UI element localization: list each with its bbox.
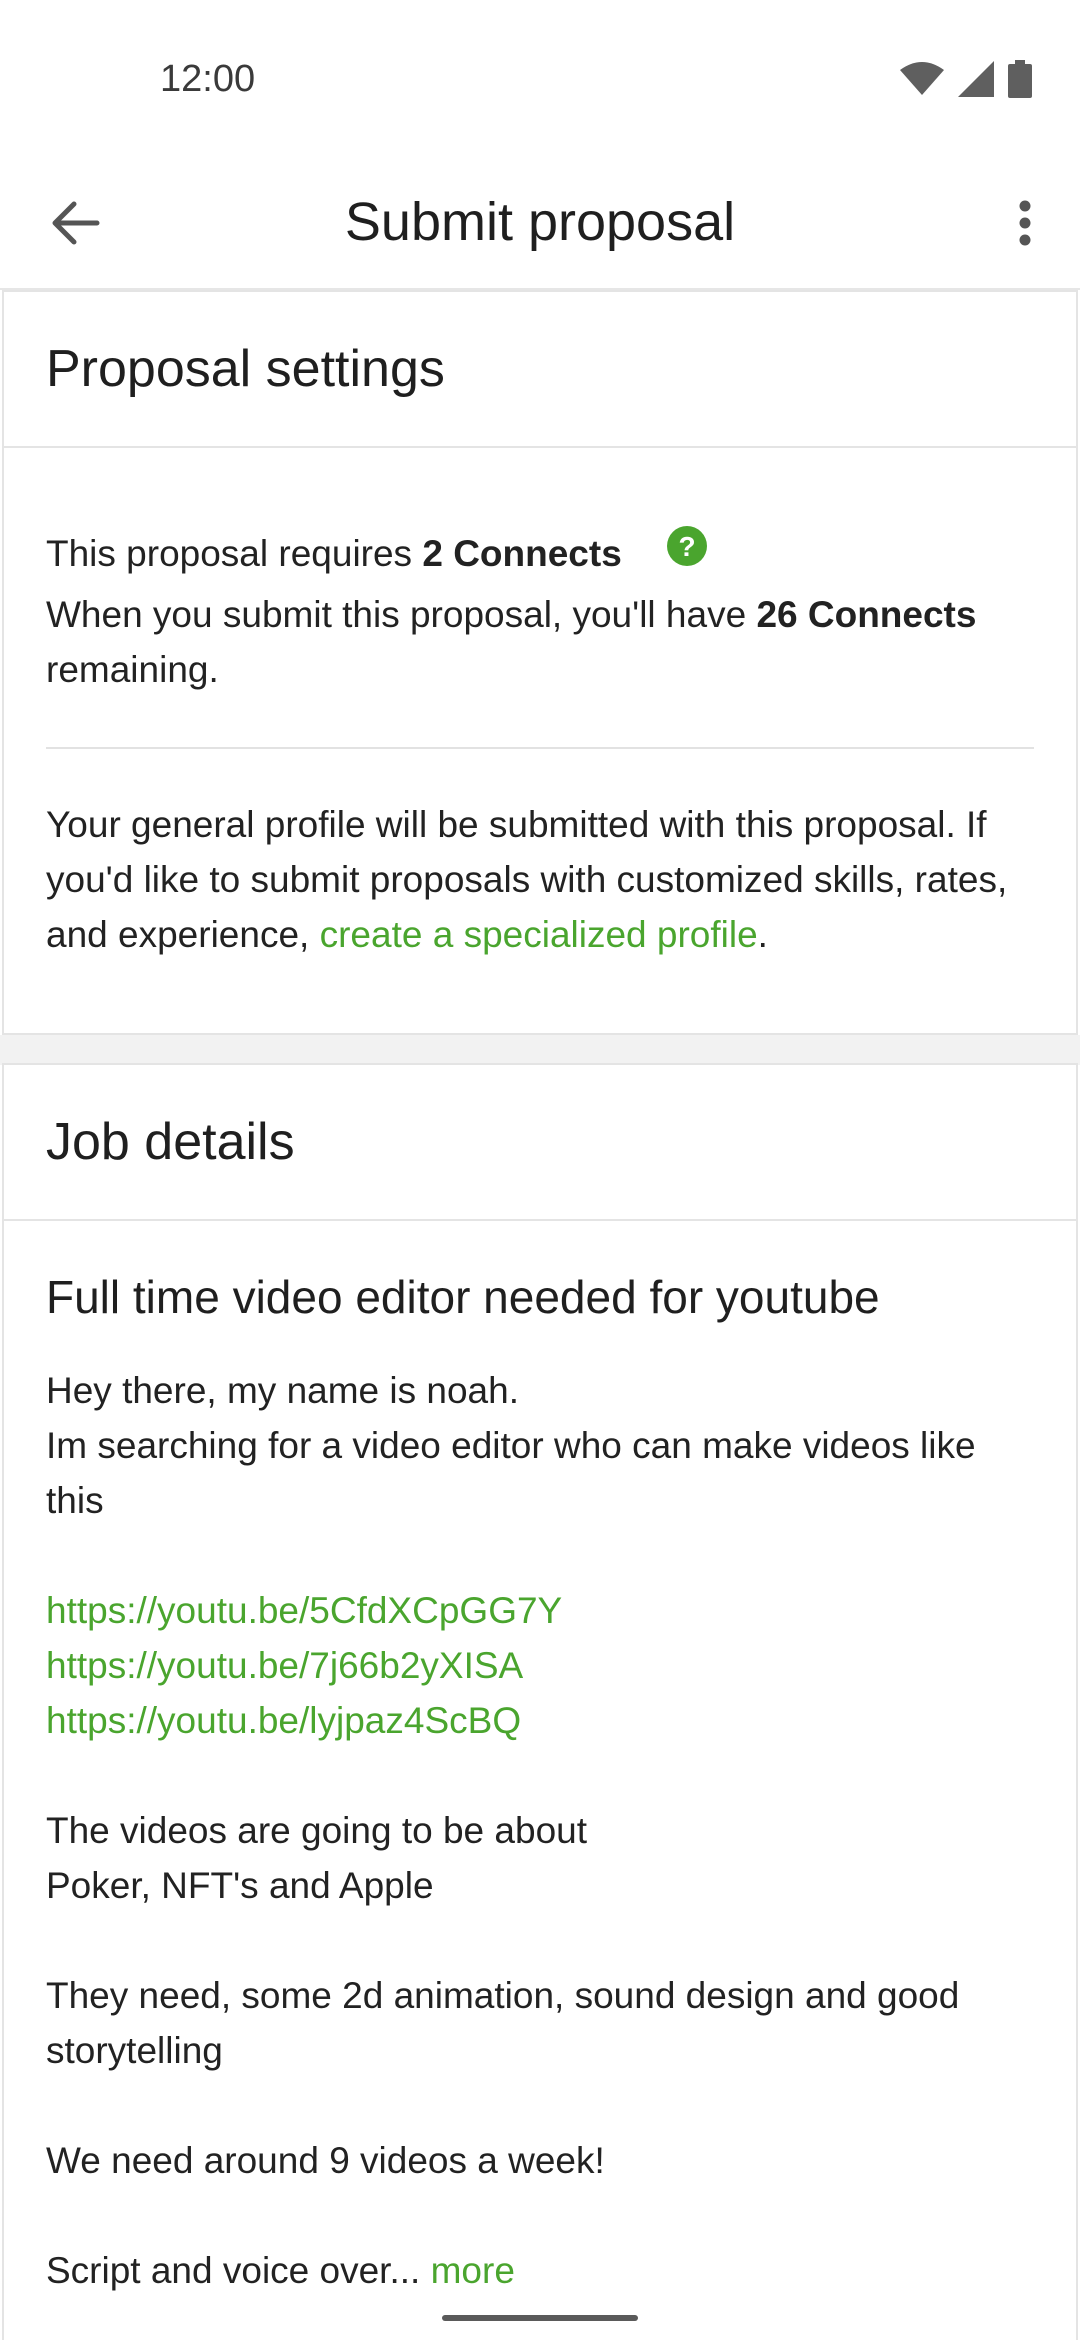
job-volume: We need around 9 videos a week! bbox=[46, 2140, 605, 2181]
job-topics-line-2: Poker, NFT's and Apple bbox=[46, 1865, 434, 1906]
gesture-nav-handle[interactable] bbox=[442, 2315, 638, 2321]
job-truncated-text: Script and voice over... bbox=[46, 2250, 431, 2291]
job-details-card: Job details Full time video editor neede… bbox=[2, 1063, 1078, 2340]
profile-section: Your general profile will be submitted w… bbox=[4, 749, 1076, 962]
profile-text: Your general profile will be submitted w… bbox=[46, 797, 1034, 962]
video-link-2[interactable]: https://youtu.be/7j66b2yXISA bbox=[46, 1645, 523, 1686]
job-needs: They need, some 2d animation, sound desi… bbox=[46, 1975, 960, 2071]
job-truncated: Script and voice over... more bbox=[46, 2243, 1034, 2298]
proposal-settings-card: Proposal settings This proposal requires… bbox=[2, 290, 1078, 1035]
section-gap bbox=[0, 1035, 1080, 1065]
job-intro-line-2: Im searching for a video editor who can … bbox=[46, 1425, 976, 1521]
profile-text-period: . bbox=[757, 913, 768, 955]
job-details-title: Job details bbox=[46, 1113, 295, 1171]
connects-required-prefix: This proposal requires bbox=[46, 533, 423, 574]
proposal-settings-title: Proposal settings bbox=[46, 340, 445, 398]
job-intro: Hey there, my name is noah. Im searching… bbox=[46, 1363, 1034, 1528]
app-screen: 12:00 Submit proposal Proposal settings … bbox=[0, 0, 1080, 2340]
status-time: 12:00 bbox=[160, 58, 256, 100]
proposal-settings-header: Proposal settings bbox=[4, 292, 1076, 448]
job-links: https://youtu.be/5CfdXCpGG7Y https://you… bbox=[46, 1583, 1034, 1748]
battery-icon bbox=[1008, 60, 1032, 98]
status-bar: 12:00 bbox=[0, 0, 1080, 160]
svg-text:?: ? bbox=[679, 531, 696, 562]
status-icons bbox=[900, 60, 1032, 98]
wifi-icon bbox=[900, 62, 944, 96]
connects-remaining-text: When you submit this proposal, you'll ha… bbox=[46, 587, 1034, 697]
create-specialized-profile-link[interactable]: create a specialized profile bbox=[320, 914, 758, 955]
video-link-1[interactable]: https://youtu.be/5CfdXCpGG7Y bbox=[46, 1590, 562, 1631]
job-details-header: Job details bbox=[4, 1065, 1076, 1221]
more-options-button[interactable] bbox=[990, 185, 1060, 265]
signal-icon bbox=[958, 61, 994, 97]
job-title: Full time video editor needed for youtub… bbox=[46, 1271, 880, 1323]
connects-required-value: 2 Connects bbox=[422, 533, 622, 574]
more-link[interactable]: more bbox=[431, 2250, 515, 2291]
connects-section: This proposal requires 2 Connects ? When… bbox=[4, 448, 1076, 697]
job-description: Full time video editor needed for youtub… bbox=[4, 1221, 1076, 2298]
more-vert-icon bbox=[1018, 200, 1032, 251]
job-topics: The videos are going to be about Poker, … bbox=[46, 1803, 1034, 1913]
video-link-3[interactable]: https://youtu.be/lyjpaz4ScBQ bbox=[46, 1700, 521, 1741]
help-icon[interactable]: ? bbox=[666, 525, 708, 582]
connects-remaining-suffix: remaining. bbox=[46, 648, 219, 690]
job-intro-line-1: Hey there, my name is noah. bbox=[46, 1370, 519, 1411]
connects-remaining-prefix: When you submit this proposal, you'll ha… bbox=[46, 593, 757, 635]
app-bar: Submit proposal bbox=[0, 160, 1080, 290]
connects-remaining-value: 26 Connects bbox=[756, 593, 977, 635]
page-title: Submit proposal bbox=[344, 192, 736, 252]
connects-required-text: This proposal requires 2 Connects ? bbox=[46, 525, 1034, 585]
job-topics-line-1: The videos are going to be about bbox=[46, 1810, 587, 1851]
